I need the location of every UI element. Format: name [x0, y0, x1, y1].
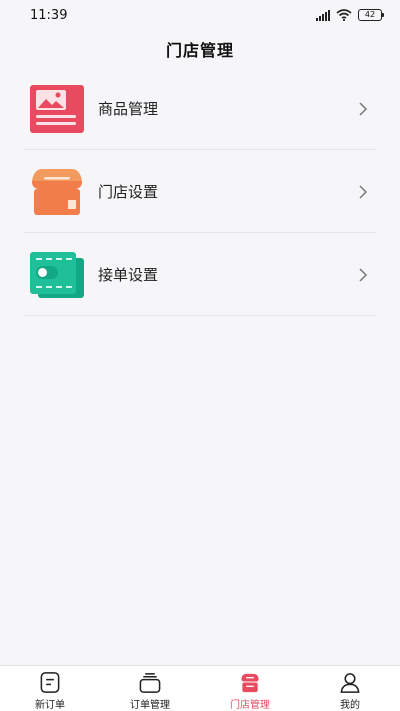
tab-profile[interactable]: 我的	[300, 666, 400, 711]
order-stack-icon	[139, 673, 161, 693]
new-order-icon	[40, 672, 60, 693]
battery-icon: 42	[358, 9, 384, 21]
status-bar: 11:39 42	[0, 0, 400, 30]
menu-label: 门店设置	[98, 183, 159, 201]
menu-label: 商品管理	[98, 100, 159, 118]
tab-label: 订单管理	[130, 700, 170, 711]
status-icons: 42	[316, 9, 384, 21]
storefront-icon	[32, 168, 82, 215]
menu-item-order-settings[interactable]: 接单设置	[0, 233, 400, 316]
order-toggle-icon	[30, 251, 84, 298]
chevron-right-icon	[359, 184, 368, 199]
tab-store-management[interactable]: 门店管理	[200, 666, 300, 711]
tab-label: 门店管理	[230, 700, 270, 711]
header: 门店管理	[0, 30, 400, 68]
status-time: 11:39	[30, 7, 68, 23]
chevron-right-icon	[359, 101, 368, 116]
tab-new-order[interactable]: 新订单	[0, 666, 100, 711]
menu-label: 接单设置	[98, 266, 159, 284]
page-title: 门店管理	[165, 41, 234, 60]
chevron-right-icon	[359, 267, 368, 282]
tab-label: 新订单	[35, 700, 65, 711]
store-icon	[241, 673, 259, 693]
tab-label: 我的	[340, 700, 360, 711]
bottom-tab-bar: 新订单 订单管理 门店管理 我的	[0, 665, 400, 711]
product-image-icon	[30, 84, 84, 133]
wifi-icon	[336, 9, 352, 21]
menu-list: 商品管理 门店设置 接单设置	[0, 67, 400, 316]
menu-item-product-management[interactable]: 商品管理	[0, 67, 400, 150]
menu-item-store-settings[interactable]: 门店设置	[0, 150, 400, 233]
battery-level: 42	[364, 10, 376, 19]
signal-icon	[316, 9, 330, 21]
user-icon	[340, 673, 360, 693]
tab-order-management[interactable]: 订单管理	[100, 666, 200, 711]
